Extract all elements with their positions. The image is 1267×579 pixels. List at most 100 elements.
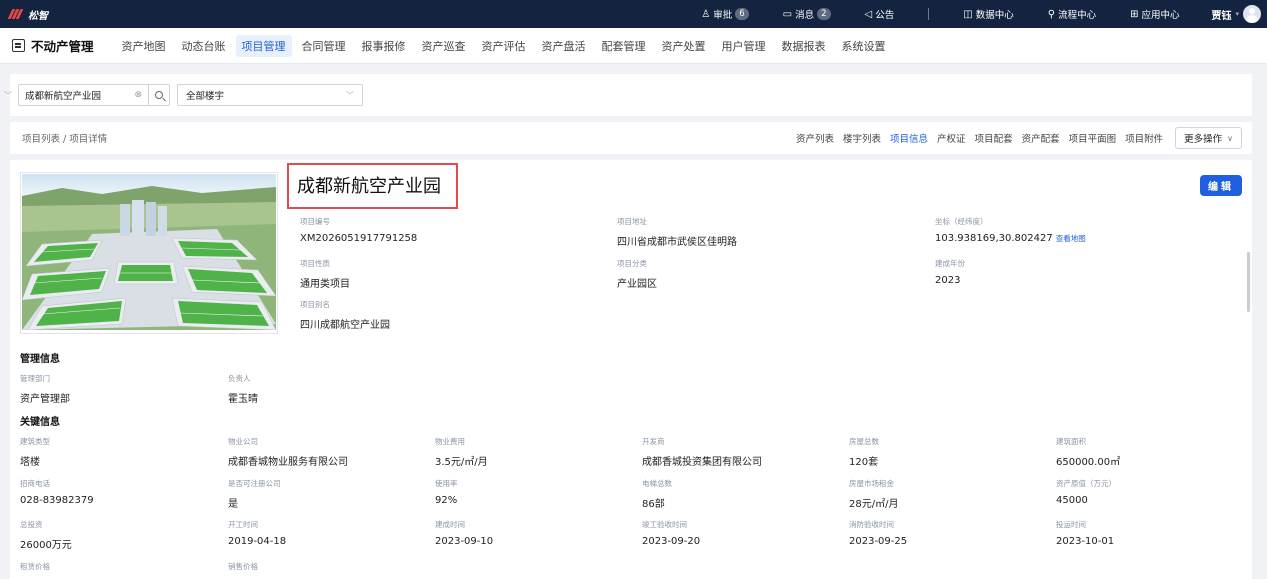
tab-5[interactable]: 资产配套 [1022, 131, 1060, 145]
field-value: 120套 [849, 457, 879, 468]
key-info-field: 电梯总数 86部 [642, 478, 672, 510]
field-label: 房屋市场租金 [849, 479, 894, 488]
scrollbar[interactable] [1247, 252, 1250, 312]
tab-7[interactable]: 项目附件 [1125, 131, 1163, 145]
key-info-field: 开工时间 2019-04-18 [228, 519, 286, 547]
field-coordinates: 坐标（经纬度） 103.938169,30.802427 查看地图 [935, 216, 1086, 244]
nav-item-7[interactable]: 资产盘活 [536, 35, 592, 57]
field-value: XM2026051917791258 [300, 233, 418, 244]
field-value: 霍玉晴 [228, 394, 258, 405]
project-search-value: 成都新航空产业园 [25, 91, 102, 102]
logo-text: 松智 [28, 10, 48, 22]
key-info-field: 房屋总数 120套 [849, 436, 879, 468]
key-info-field: 是否可注册公司是 [228, 478, 281, 510]
speaker-icon: ◁ [864, 8, 873, 20]
filter-bar: ﹀ 成都新航空产业园 ⊗ 全部楼宇 ﹀ [4, 74, 1252, 116]
user-menu[interactable]: 贾钰 ▾ [1211, 5, 1261, 23]
field-label: 项目分类 [617, 259, 647, 268]
project-photo[interactable] [20, 172, 278, 334]
key-info-field: 消防验收时间 2023-09-25 [849, 519, 907, 547]
message-icon: ▭ [782, 8, 793, 20]
management-section-title: 管理信息 [20, 354, 60, 365]
user-name: 贾钰 [1211, 10, 1232, 22]
field-value: 86部 [642, 499, 665, 510]
divider [928, 8, 930, 20]
field-value: 3.5元/㎡/月 [435, 457, 488, 468]
key-info-field: 房屋市场租金 28元/㎡/月 [849, 478, 898, 510]
top-actions: ♙ 审批 6 ▭ 消息 2 ◁ 公告 ◫ 数据中心 ⚲ 流程中心 ⊞ 应用中心 … [701, 0, 1261, 28]
key-info-field: 建成时间 2023-09-10 [435, 519, 493, 547]
detail-tabs-bar: 项目列表 / 项目详情 资产列表 楼宇列表 项目信息 产权证 项目配套 资产配套 项目平面图… [10, 122, 1252, 154]
edit-button[interactable]: 编辑 [1200, 175, 1242, 196]
flow-center-button[interactable]: ⚲ 流程中心 [1047, 7, 1097, 22]
search-button[interactable] [148, 84, 170, 106]
project-search-input[interactable]: 成都新航空产业园 ⊗ [18, 84, 148, 106]
message-button[interactable]: ▭ 消息 2 [783, 7, 831, 21]
message-label: 消息 [795, 10, 815, 21]
tab-3[interactable]: 产权证 [937, 131, 966, 145]
flow-icon: ⚲ [1047, 8, 1056, 20]
building-select[interactable]: 全部楼宇 ﹀ [177, 84, 363, 106]
logo[interactable]: 松智 [7, 7, 48, 22]
nav-item-5[interactable]: 资产巡查 [416, 35, 472, 57]
key-info-field: 物业费用 3.5元/㎡/月 [435, 436, 488, 468]
nav-item-3[interactable]: 合同管理 [296, 35, 352, 57]
data-center-label: 数据中心 [975, 10, 1014, 21]
tab-2[interactable]: 项目信息 [890, 131, 928, 145]
field-label: 物业费用 [435, 437, 465, 446]
nav-item-6[interactable]: 资产评估 [476, 35, 532, 57]
clear-icon[interactable]: ⊗ [134, 90, 142, 100]
nav-item-1[interactable]: 动态台账 [176, 35, 232, 57]
field-value: 产业园区 [617, 279, 657, 290]
avatar[interactable] [1243, 5, 1261, 23]
field-label: 开工时间 [228, 520, 258, 529]
field-value: 成都香城投资集团有限公司 [642, 457, 762, 468]
project-detail-panel: 成都新航空产业园 编辑 项目编号 XM2026051917791258 项目地址… [10, 160, 1252, 579]
view-map-link[interactable]: 查看地图 [1056, 234, 1086, 243]
field-value: 103.938169,30.802427 [935, 233, 1053, 244]
nav-item-11[interactable]: 数据报表 [776, 35, 832, 57]
nav-item-12[interactable]: 系统设置 [836, 35, 892, 57]
nav-item-0[interactable]: 资产地图 [116, 35, 172, 57]
field-label: 是否可注册公司 [228, 479, 281, 488]
field-value: 资产管理部 [20, 394, 70, 405]
detail-tabs: 资产列表 楼宇列表 项目信息 产权证 项目配套 资产配套 项目平面图 项目附件 更多操作 ∨ [787, 122, 1242, 154]
key-info-field: 开发商成都香城投资集团有限公司 [642, 436, 762, 468]
field-label: 招商电话 [20, 479, 50, 488]
chevron-down-icon[interactable]: ﹀ [4, 90, 12, 101]
field-value: 2019-04-18 [228, 536, 287, 547]
key-info-field: 销售价格 [228, 561, 258, 578]
main-nav: 资产地图 动态台账 项目管理 合同管理 报事报修 资产巡查 资产评估 资产盘活 配套管理 资产处置… [116, 34, 896, 57]
key-info-field: 投运时间 2023-10-01 [1056, 519, 1114, 547]
field-label: 项目地址 [617, 217, 647, 226]
field-label: 开发商 [642, 437, 665, 446]
field-label: 电梯总数 [642, 479, 672, 488]
tab-0[interactable]: 资产列表 [796, 131, 834, 145]
tab-6[interactable]: 项目平面图 [1069, 131, 1117, 145]
field-label: 建筑面积 [1056, 437, 1086, 446]
tab-1[interactable]: 楼宇列表 [843, 131, 881, 145]
field-value: 028-83982379 [20, 495, 94, 506]
search-icon [155, 91, 163, 99]
approval-label: 审批 [713, 10, 733, 21]
data-center-button[interactable]: ◫ 数据中心 [963, 7, 1014, 22]
nav-item-2[interactable]: 项目管理 [235, 34, 292, 57]
approval-button[interactable]: ♙ 审批 6 [701, 7, 749, 21]
field-value: 2023-09-10 [435, 536, 494, 547]
field-value: 650000.00㎡ [1056, 457, 1121, 468]
tab-4[interactable]: 项目配套 [975, 131, 1013, 145]
nav-item-4[interactable]: 报事报修 [356, 35, 412, 57]
field-value: 2023 [935, 275, 961, 286]
field-label: 负责人 [228, 374, 251, 383]
field-label: 建筑类型 [20, 437, 50, 446]
notice-button[interactable]: ◁ 公告 [864, 7, 895, 22]
more-actions-button[interactable]: 更多操作 ∨ [1175, 127, 1242, 149]
nav-item-10[interactable]: 用户管理 [716, 35, 772, 57]
flow-center-label: 流程中心 [1058, 10, 1097, 21]
app-center-button[interactable]: ⊞ 应用中心 [1130, 7, 1179, 22]
field-label: 建成时间 [435, 520, 465, 529]
nav-item-8[interactable]: 配套管理 [596, 35, 652, 57]
key-info-field: 建筑类型 塔楼 [20, 436, 50, 468]
nav-item-9[interactable]: 资产处置 [656, 35, 712, 57]
app-title-text: 不动产管理 [31, 39, 94, 54]
